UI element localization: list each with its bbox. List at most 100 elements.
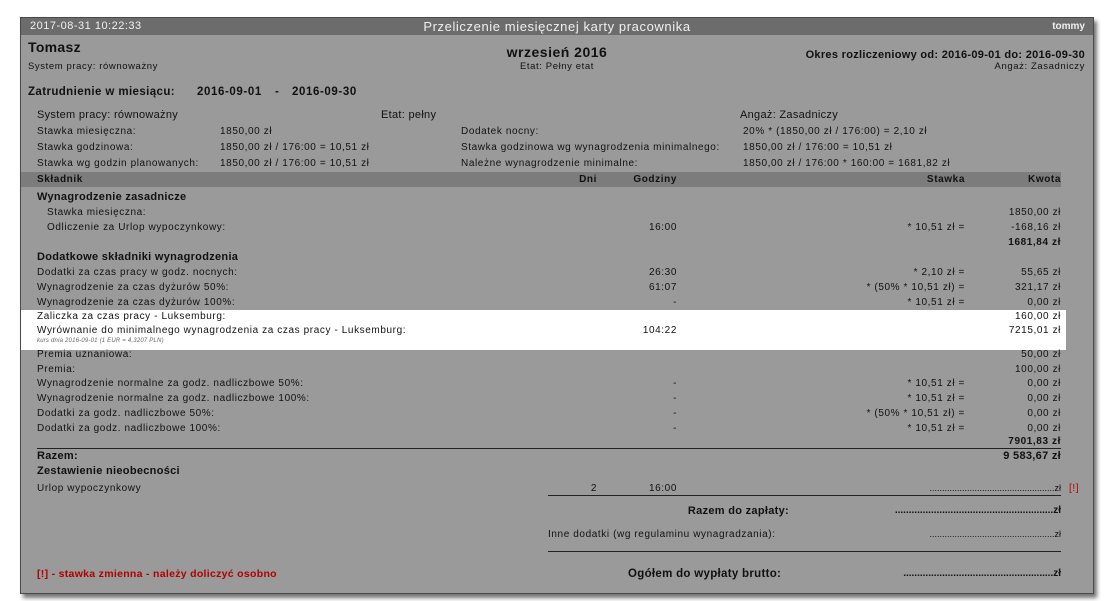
employee-name: Tomasz [28,39,81,55]
exchange-rate-note: kurs dnia 2016-09-01 (1 EUR = 4,3207 PLN… [37,338,164,344]
table-header: Składnik Dni Godziny Stawka Kwota [21,172,1061,187]
row-kwota: 321,17 zł [1015,282,1061,293]
col-stawka: Stawka [926,174,965,185]
row-stawka: * (50% * 10,51 zł) = [866,408,965,419]
title-bar: 2017-08-31 10:22:33 Przeliczenie miesięc… [21,18,1093,35]
zatrudnienie-label: Zatrudnienie w miesiącu: [28,86,175,98]
row-kwota: 100,00 zł [1015,364,1061,375]
row-kwota: 1850,00 zł [1008,207,1061,218]
row-name: Wynagrodzenie normalne za godz. nadliczb… [37,378,304,389]
section-title: Wynagrodzenie zasadnicze [37,191,187,203]
row-stawka: * 10,51 zł = [907,378,965,389]
row-name: Dodatki za czas pracy w godz. nocnych: [37,267,238,278]
col-dni: Dni [579,174,597,185]
absence-title: Zestawienie nieobecności [37,465,180,477]
absence-dots: ........................................… [929,483,1061,493]
zatrudnienie-sep: - [275,86,280,98]
row-stawka: * 10,51 zł = [907,297,965,308]
luxembourg-highlight: Zaliczka za czas pracy - Luksemburg: 160… [21,310,1066,350]
ogolem-dots: ........................................… [903,568,1061,579]
row-godziny: 61:07 [648,282,677,293]
info-system: System pracy: równoważny [37,109,179,121]
info-label: Dodatek nocny: [461,126,539,137]
row-name: Dodatki za godz. nadliczbowe 50%: [37,408,215,419]
inne-dodatki-label: Inne dodatki (wg regulaminu wynagradzani… [548,529,776,540]
system-pracy: System pracy: równoważny [28,61,159,72]
row-name: Wyrównanie do minimalnego wynagrodzenia … [37,325,407,336]
row-stawka: * (50% * 10,51 zł) = [866,282,965,293]
row-kwota: 50,00 zł [1021,349,1061,360]
razem-label: Razem: [37,450,78,462]
row-kwota: 0,00 zł [1027,393,1061,404]
section-total: 7901,83 zł [1008,436,1061,447]
row-kwota: 0,00 zł [1027,423,1061,434]
info-value: 1850,00 zł / 176:00 = 10,51 zł [220,158,370,169]
col-skladnik: Składnik [37,174,83,185]
payroll-window: 2017-08-31 10:22:33 Przeliczenie miesięc… [20,17,1094,594]
razem-do-zaplaty-label: Razem do zapłaty: [687,505,789,517]
row-name: Wynagrodzenie normalne za godz. nadliczb… [37,393,310,404]
row-stawka: * 10,51 zł = [907,423,965,434]
absence-godziny: 16:00 [648,483,677,494]
absence-name: Urlop wypoczynkowy [37,483,142,494]
razem-do-zaplaty-dots: ........................................… [894,505,1061,516]
row-kwota: 7215,01 zł [1008,325,1061,336]
row-name: Wynagrodzenie za czas dyżurów 50%: [37,282,230,293]
zatrudnienie-to: 2016-09-30 [292,86,357,98]
divider [37,448,1061,449]
col-kwota: Kwota [1028,174,1061,185]
row-name: Odliczenie za Urlop wypoczynkowy: [47,222,226,233]
variable-rate-flag: [!] [1069,483,1080,494]
row-godziny: - [673,393,677,404]
row-kwota: -168,16 zł [1011,222,1061,233]
info-etat: Etat: pełny [381,109,437,121]
absence-dni: 2 [590,483,597,494]
row-kwota: 0,00 zł [1027,297,1061,308]
row-kwota: 0,00 zł [1027,378,1061,389]
divider [548,551,1061,552]
ogolem-label: Ogółem do wypłaty brutto: [628,568,782,580]
section-total: 1681,84 zł [1008,237,1061,248]
info-label: Stawka miesięczna: [37,126,137,137]
info-value: 1850,00 zł / 176:00 = 10,51 zł [743,142,893,153]
angaz-label: Angaż: Zasadniczy [994,61,1085,72]
row-kwota: 160,00 zł [1015,311,1061,322]
row-stawka: * 2,10 zł = [913,267,965,278]
row-name: Wynagrodzenie za czas dyżurów 100%: [37,297,236,308]
zatrudnienie-from: 2016-09-01 [197,86,262,98]
row-name: Premia: [37,364,76,375]
footnote: [!] - stawka zmienna - należy doliczyć o… [37,568,277,580]
month-label: wrzesień 2016 [506,44,608,60]
info-value: 1850,00 zł [220,126,273,137]
row-godziny: 16:00 [648,222,677,233]
row-godziny: - [673,378,677,389]
user-name: tommy [1052,21,1085,32]
section-title: Dodatkowe składniki wynagrodzenia [37,251,239,263]
row-godziny: - [673,297,677,308]
info-label: Należne wynagrodzenie minimalne: [461,158,639,169]
row-godziny: 26:30 [648,267,677,278]
row-kwota: 0,00 zł [1027,408,1061,419]
row-name: Premia uznaniowa: [37,349,133,360]
window-title: Przeliczenie miesięcznej karty pracownik… [423,19,691,34]
row-kwota: 55,65 zł [1021,267,1061,278]
row-godziny: - [673,408,677,419]
etat-label: Etat: Pełny etat [519,61,595,72]
razem-value: 9 583,67 zł [1003,450,1061,462]
row-name: Stawka miesięczna: [47,207,147,218]
divider [548,495,1061,496]
info-value: 1850,00 zł / 176:00 = 10,51 zł [220,142,370,153]
info-value: 1850,00 zł / 176:00 * 160:00 = 1681,82 z… [743,158,951,169]
info-label: Stawka wg godzin planowanych: [37,158,199,169]
info-value: 20% * (1850,00 zł / 176:00) = 2,10 zł [743,126,928,137]
row-godziny: - [673,423,677,434]
info-label: Stawka godzinowa wg wynagrodzenia minima… [461,142,720,153]
row-stawka: * 10,51 zł = [907,222,965,233]
row-name: Dodatki za godz. nadliczbowe 100%: [37,423,221,434]
row-godziny: 104:22 [642,325,677,336]
inne-dodatki-dots: ........................................… [929,529,1061,539]
info-label: Stawka godzinowa: [37,142,134,153]
okres-rozliczeniowy: Okres rozliczeniowy od: 2016-09-01 do: 2… [805,49,1085,61]
col-godziny: Godziny [633,174,677,185]
row-name: Zaliczka za czas pracy - Luksemburg: [37,311,226,322]
